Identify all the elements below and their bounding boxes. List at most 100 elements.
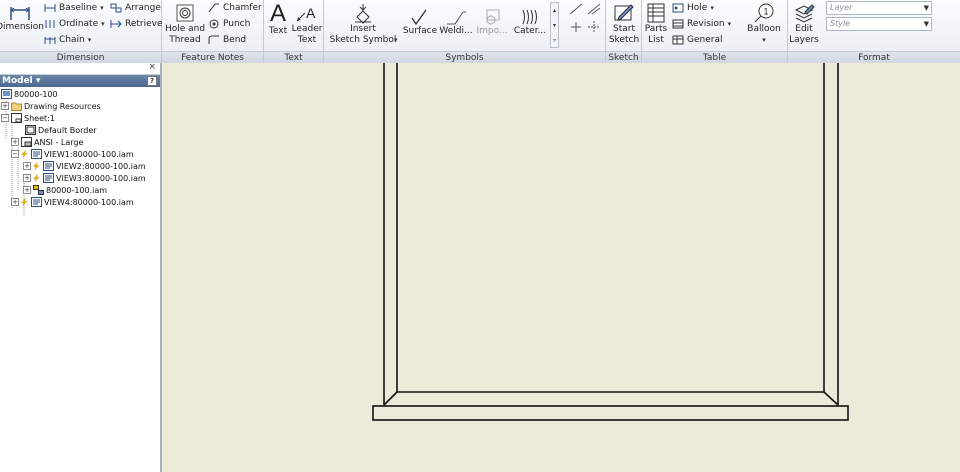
centerline-icon[interactable] bbox=[586, 20, 602, 34]
symbols-gallery-scroll[interactable]: ▴ ▾ ▿ bbox=[550, 2, 559, 48]
svg-text:A: A bbox=[306, 5, 316, 21]
tree-item-default-border[interactable]: Default Border bbox=[25, 124, 97, 136]
tree-item-label: VIEW4:80000-100.iam bbox=[44, 197, 134, 207]
collapse-icon[interactable]: − bbox=[11, 150, 19, 158]
hole-and-thread-label-1: Hole and bbox=[164, 24, 206, 34]
tree-item-label: ANSI - Large bbox=[34, 137, 84, 147]
hole-and-thread-button[interactable]: Hole and Thread bbox=[164, 2, 206, 46]
tree-item-label: 80000-100.iam bbox=[46, 185, 108, 195]
retrieve-button[interactable]: Retrieve bbox=[110, 17, 163, 31]
update-lightning-icon bbox=[21, 150, 28, 158]
text-panel-title: Text bbox=[264, 51, 323, 63]
layer-dropdown-icon: ▼ bbox=[923, 4, 929, 12]
chain-button[interactable]: Chain ▾ bbox=[44, 33, 91, 47]
feature-notes-panel-title: Feature Notes bbox=[162, 51, 263, 63]
expand-icon[interactable]: + bbox=[11, 138, 19, 146]
model-dropdown[interactable]: Model ▾ ? bbox=[0, 75, 160, 87]
dimension-panel-title: Dimension bbox=[0, 51, 161, 63]
punch-icon bbox=[209, 19, 219, 29]
welding-button[interactable]: Weldi... bbox=[438, 8, 474, 37]
expand-icon[interactable]: + bbox=[23, 162, 31, 170]
text-button[interactable]: A Text bbox=[266, 2, 290, 37]
sketch-symbol-icon bbox=[355, 4, 371, 24]
edit-layers-button[interactable]: Edit Layers bbox=[788, 2, 820, 46]
tree-item-sheet[interactable]: − Sheet:1 bbox=[1, 112, 55, 124]
tree-item-label: Default Border bbox=[38, 125, 97, 135]
ordinate-dropdown-icon: ▾ bbox=[101, 20, 105, 28]
symbols-panel-title: Symbols bbox=[324, 51, 605, 63]
baseline-button[interactable]: Baseline ▾ bbox=[44, 1, 104, 15]
tree-item-view2[interactable]: + VIEW2:80000-100.iam bbox=[23, 160, 146, 172]
leader-text-button[interactable]: A Leader Text bbox=[291, 2, 323, 46]
drawing-document-icon bbox=[1, 89, 12, 99]
tray-corner-right bbox=[823, 391, 839, 406]
balloon-label: Balloon bbox=[747, 24, 781, 34]
baseline-label: Baseline bbox=[59, 3, 98, 13]
layer-select[interactable]: Layer ▼ bbox=[826, 1, 932, 15]
hole-table-button[interactable]: Hole ▾ bbox=[672, 1, 714, 15]
ribbon: Dimension Baseline ▾ Ordinate ▾ Chain ▾ Arr… bbox=[0, 0, 960, 63]
tree-item-view1[interactable]: − VIEW1:80000-100.iam bbox=[11, 148, 134, 160]
parts-list-button[interactable]: Parts List bbox=[642, 2, 670, 46]
punch-button[interactable]: Punch bbox=[208, 17, 250, 31]
tree-item-label: VIEW3:80000-100.iam bbox=[56, 173, 146, 183]
ordinate-button[interactable]: Ordinate ▾ bbox=[44, 17, 105, 31]
caterpillar-label: Cater... bbox=[513, 26, 547, 36]
tree-item-view4[interactable]: + VIEW4:80000-100.iam bbox=[11, 196, 134, 208]
arrange-button[interactable]: Arrange bbox=[110, 1, 161, 15]
parts-list-icon bbox=[647, 3, 665, 23]
surface-button[interactable]: Surface bbox=[402, 8, 438, 37]
dimension-label: Dimension bbox=[0, 22, 44, 32]
start-sketch-label-2: Sketch bbox=[608, 35, 640, 45]
bend-button[interactable]: Bend bbox=[208, 33, 246, 47]
tree-item-drawing-resources[interactable]: + Drawing Resources bbox=[1, 100, 101, 112]
assembly-icon bbox=[33, 185, 44, 195]
style-select-placeholder: Style bbox=[830, 19, 851, 28]
balloon-icon: 1 bbox=[754, 3, 774, 23]
retrieve-icon bbox=[110, 20, 122, 28]
drawing-canvas[interactable] bbox=[164, 63, 960, 472]
start-sketch-button[interactable]: Start Sketch bbox=[608, 2, 640, 46]
surface-texture-icon bbox=[411, 9, 427, 26]
drawing-view-icon bbox=[31, 197, 42, 207]
tree-item-assembly[interactable]: + 80000-100.iam bbox=[23, 184, 107, 196]
folder-icon bbox=[11, 102, 22, 111]
tree-item-title-block[interactable]: + ANSI - Large bbox=[11, 136, 83, 148]
hole-table-icon bbox=[672, 3, 684, 13]
dimension-button[interactable]: Dimension bbox=[0, 4, 44, 33]
style-select[interactable]: Style ▼ bbox=[826, 17, 932, 31]
chain-dropdown-icon: ▾ bbox=[87, 36, 92, 44]
leader-text-icon: A bbox=[296, 5, 316, 22]
insert-sketch-symbol-button[interactable]: Insert Sketch Symbol bbox=[328, 2, 398, 46]
expand-icon[interactable]: + bbox=[1, 102, 9, 110]
expand-icon[interactable]: + bbox=[23, 186, 31, 194]
balloon-button[interactable]: 1 Balloon ▾ bbox=[742, 2, 786, 46]
start-sketch-icon bbox=[614, 4, 634, 21]
baseline-icon bbox=[44, 4, 56, 12]
tree-item-view3[interactable]: + VIEW3:80000-100.iam bbox=[23, 172, 146, 184]
chamfer-button[interactable]: Chamfer bbox=[208, 1, 262, 15]
line-tool-icon[interactable] bbox=[568, 2, 584, 16]
help-icon[interactable]: ? bbox=[147, 76, 157, 86]
parts-list-label-1: Parts bbox=[644, 24, 668, 34]
expand-icon[interactable]: + bbox=[23, 174, 31, 182]
slope-tool-icon[interactable] bbox=[586, 2, 602, 16]
caterpillar-button[interactable]: Cater... bbox=[512, 8, 548, 37]
leader-text-label-1: Leader bbox=[291, 24, 323, 34]
import-button[interactable]: Impo... bbox=[474, 8, 510, 37]
drawing-view-icon bbox=[43, 161, 54, 171]
style-dropdown-icon: ▼ bbox=[923, 20, 929, 28]
general-table-button[interactable]: General bbox=[672, 33, 722, 47]
center-mark-icon[interactable] bbox=[568, 20, 584, 34]
expand-icon[interactable]: + bbox=[11, 198, 19, 206]
insert-symbol-dropdown-icon[interactable]: ▾ bbox=[394, 36, 398, 44]
text-panel: A Text A Leader Text Text bbox=[264, 0, 324, 63]
update-lightning-icon bbox=[21, 198, 28, 206]
arrange-label: Arrange bbox=[125, 3, 161, 13]
revision-table-button[interactable]: Revision ▾ bbox=[672, 17, 731, 31]
browser-close-icon[interactable]: × bbox=[148, 62, 156, 72]
tree-item-root[interactable]: 80000-100 bbox=[1, 88, 58, 100]
surface-label: Surface bbox=[402, 26, 438, 36]
collapse-icon[interactable]: − bbox=[1, 114, 9, 122]
border-icon bbox=[25, 125, 36, 135]
